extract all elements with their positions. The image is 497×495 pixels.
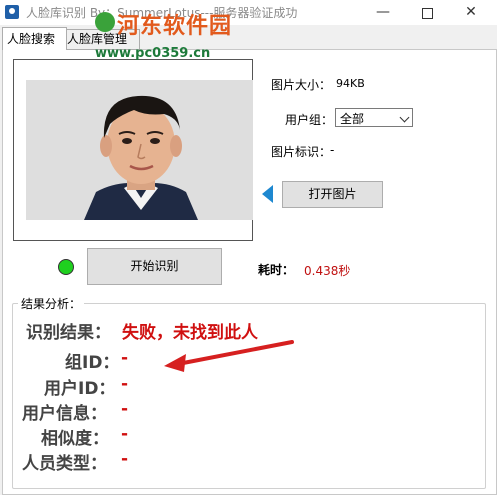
group-id-value: - [121, 348, 129, 368]
similarity-label: 相似度： [41, 429, 109, 449]
chevron-down-icon [399, 112, 410, 123]
open-image-button[interactable]: 打开图片 [282, 181, 383, 208]
elapsed-time-label: 耗时： [258, 263, 295, 277]
app-icon [5, 5, 19, 19]
user-group-select[interactable]: 全部 [335, 108, 413, 127]
similarity-value: - [121, 424, 129, 444]
group-id-label: 组ID： [65, 353, 120, 373]
image-id-value: - [330, 143, 335, 157]
window-title: 人脸库识别 By：SummerLotus---服务器验证成功 [26, 6, 298, 20]
user-group-label: 用户组： [285, 113, 334, 127]
user-info-label: 用户信息： [22, 404, 107, 424]
maximize-button[interactable] [412, 0, 442, 25]
elapsed-time-value: 0.438秒 [304, 264, 351, 278]
person-type-value: - [121, 449, 129, 469]
person-type-label: 人员类型： [22, 454, 107, 474]
face-photo [26, 80, 253, 220]
arrow-left-icon [262, 185, 273, 203]
user-group-selected-value: 全部 [340, 112, 365, 126]
tab-face-search[interactable]: 人脸搜索 [2, 27, 67, 50]
results-group-title: 结果分析： [18, 295, 85, 312]
user-info-value: - [121, 399, 129, 419]
image-id-label: 图片标识： [271, 145, 332, 159]
annotation-arrow-icon [164, 340, 294, 372]
minimize-button[interactable]: — [368, 0, 398, 25]
user-id-value: - [121, 374, 129, 394]
close-button[interactable]: ✕ [456, 0, 486, 25]
image-size-value: 94KB [336, 77, 365, 90]
image-size-label: 图片大小： [271, 78, 332, 92]
user-id-label: 用户ID： [44, 379, 116, 399]
maximize-icon [421, 8, 433, 19]
recognition-result-label: 识别结果： [26, 323, 111, 343]
status-indicator-icon [58, 259, 74, 275]
tab-face-library[interactable]: 人脸库管理 [62, 29, 140, 50]
image-preview-box [13, 59, 253, 241]
start-recognition-button[interactable]: 开始识别 [87, 248, 222, 285]
